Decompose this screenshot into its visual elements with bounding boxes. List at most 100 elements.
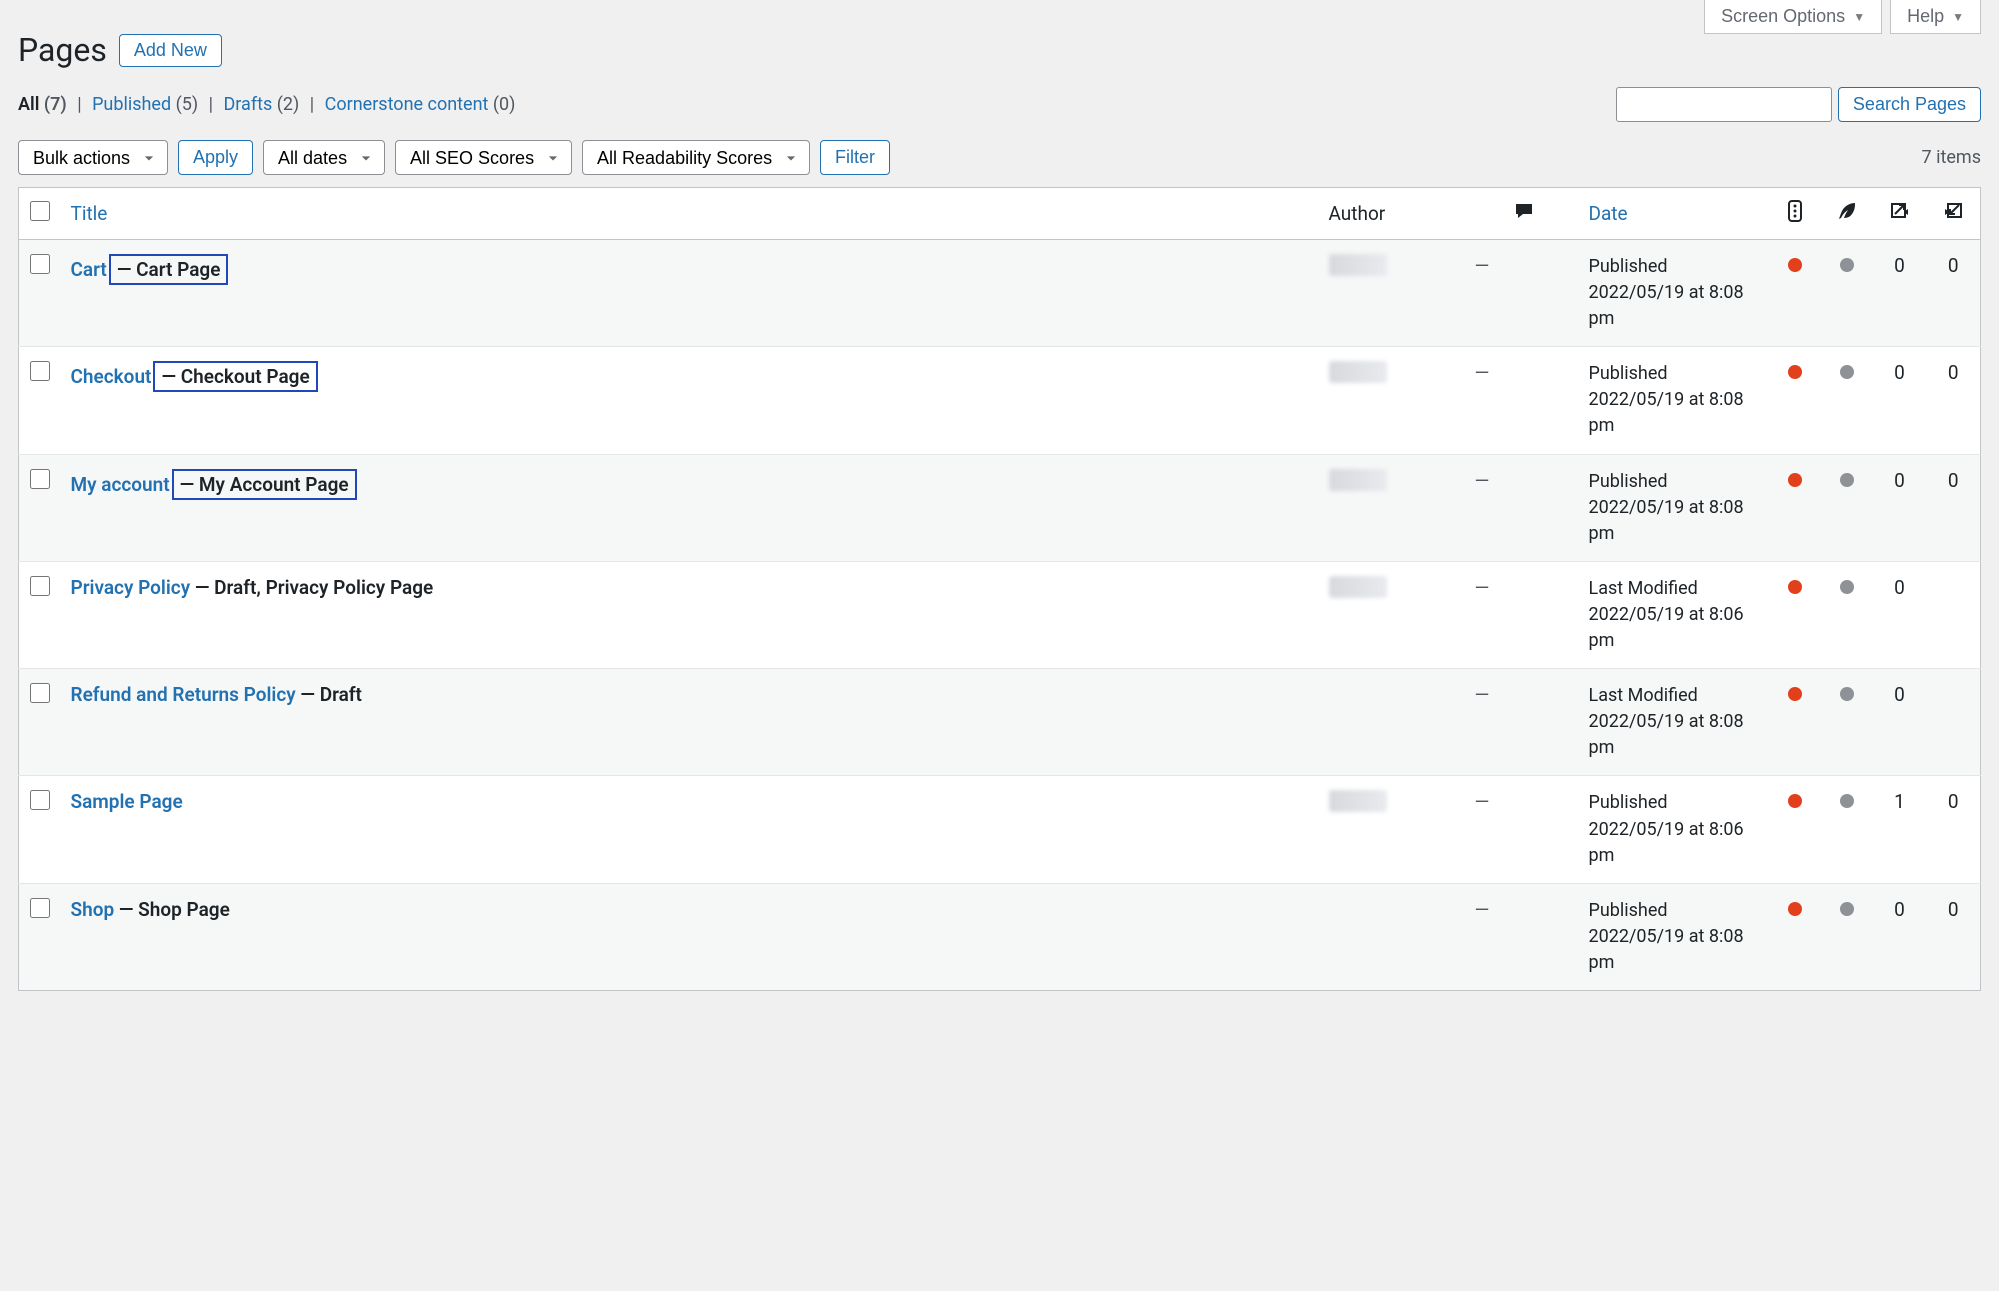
author-cell [1319,776,1469,883]
author-blurred [1329,790,1387,812]
column-title[interactable]: Title [61,188,1319,240]
date-cell: Published2022/05/19 at 8:08 pm [1579,883,1769,990]
outgoing-links-icon [1889,200,1911,222]
filter-cornerstone[interactable]: Cornerstone content [325,94,493,115]
author-cell [1319,561,1469,668]
filter-published[interactable]: Published [92,94,176,115]
row-checkbox[interactable] [30,576,50,596]
screen-options-button[interactable]: Screen Options ▼ [1704,0,1882,34]
incoming-cell [1927,669,1981,776]
title-cell: Privacy Policy — Draft, Privacy Policy P… [61,561,1319,668]
readability-cell [1821,669,1873,776]
row-checkbox[interactable] [30,469,50,489]
search-input[interactable] [1616,87,1832,122]
seo-cell [1769,561,1821,668]
author-blurred [1329,254,1387,276]
filter-drafts-count: (2) [277,94,300,115]
readability-dot-icon [1840,473,1854,487]
row-checkbox[interactable] [30,254,50,274]
post-state: — Shop Page [114,898,230,921]
post-state: — Draft [296,683,362,706]
page-title-link[interactable]: Refund and Returns Policy [71,683,296,706]
bulk-action-select[interactable]: Bulk actions [18,140,168,175]
readability-dot-icon [1840,902,1854,916]
column-outgoing-links[interactable] [1873,188,1927,240]
comments-cell: — [1469,883,1579,990]
author-cell [1319,240,1469,347]
help-button[interactable]: Help ▼ [1890,0,1981,34]
page-title-link[interactable]: Sample Page [71,790,183,813]
column-comments[interactable] [1469,188,1579,240]
page-header: Pages Add New [18,31,1981,69]
date-filter-select[interactable]: All dates [263,140,385,175]
page-title-link[interactable]: Shop [71,898,115,921]
readability-cell [1821,240,1873,347]
date-cell: Published2022/05/19 at 8:08 pm [1579,347,1769,454]
page-title-link[interactable]: Checkout [71,365,152,388]
filter-button[interactable]: Filter [820,140,890,175]
readability-filter-select[interactable]: All Readability Scores [582,140,810,175]
screen-options-label: Screen Options [1721,6,1845,27]
table-row: Refund and Returns Policy — Draft—Last M… [19,669,1981,776]
readability-cell [1821,454,1873,561]
outgoing-cell: 0 [1873,347,1927,454]
readability-dot-icon [1840,687,1854,701]
pages-table: Title Author Date Cart — Cart Page—Publi… [18,187,1981,991]
filter-published-label: Published [92,94,171,115]
seo-cell [1769,347,1821,454]
select-all-checkbox[interactable] [30,201,50,221]
filter-cornerstone-label: Cornerstone content [325,94,489,115]
filter-drafts-label: Drafts [223,94,272,115]
incoming-cell [1927,561,1981,668]
column-date[interactable]: Date [1579,188,1769,240]
readability-dot-icon [1840,365,1854,379]
screen-meta-toolbar: Screen Options ▼ Help ▼ [18,0,1981,34]
readability-dot-icon [1840,794,1854,808]
feather-icon [1837,201,1857,221]
readability-cell [1821,347,1873,454]
seo-cell [1769,776,1821,883]
apply-button[interactable]: Apply [178,140,253,175]
item-count: 7 items [1922,147,1981,168]
tablenav-top: Bulk actions Apply All dates All SEO Sco… [18,140,1981,175]
readability-cell [1821,883,1873,990]
author-cell [1319,669,1469,776]
row-checkbox[interactable] [30,898,50,918]
incoming-cell: 0 [1927,883,1981,990]
seo-cell [1769,883,1821,990]
readability-cell [1821,776,1873,883]
row-checkbox[interactable] [30,683,50,703]
tablenav-left: Bulk actions Apply All dates All SEO Sco… [18,140,890,175]
search-button[interactable]: Search Pages [1838,87,1981,122]
comments-cell: — [1469,347,1579,454]
filter-all[interactable]: All (7) [18,94,71,115]
date-cell: Last Modified2022/05/19 at 8:08 pm [1579,669,1769,776]
row-checkbox[interactable] [30,361,50,381]
post-state: — Cart Page [109,254,229,285]
seo-cell [1769,454,1821,561]
seo-filter-select[interactable]: All SEO Scores [395,140,572,175]
title-cell: Checkout — Checkout Page [61,347,1319,454]
comments-cell: — [1469,240,1579,347]
seo-dot-icon [1788,580,1802,594]
column-seo[interactable] [1769,188,1821,240]
page-title-link[interactable]: My account [71,473,170,496]
column-readability[interactable] [1821,188,1873,240]
filter-published-count: (5) [176,94,199,115]
separator: | [77,94,81,115]
incoming-links-icon [1942,200,1964,222]
comments-icon [1514,201,1534,221]
page-title-link[interactable]: Cart [71,258,107,281]
row-checkbox[interactable] [30,790,50,810]
subsubsub-search-row: All (7) | Published (5) | Drafts (2) | C… [18,87,1981,122]
post-state: — My Account Page [172,469,357,500]
date-cell: Published2022/05/19 at 8:08 pm [1579,454,1769,561]
readability-dot-icon [1840,258,1854,272]
column-incoming-links[interactable] [1927,188,1981,240]
add-new-button[interactable]: Add New [119,34,222,67]
title-cell: Refund and Returns Policy — Draft [61,669,1319,776]
filter-drafts[interactable]: Drafts [223,94,276,115]
comments-cell: — [1469,776,1579,883]
post-state: — Draft, Privacy Policy Page [190,576,433,599]
page-title-link[interactable]: Privacy Policy [71,576,191,599]
